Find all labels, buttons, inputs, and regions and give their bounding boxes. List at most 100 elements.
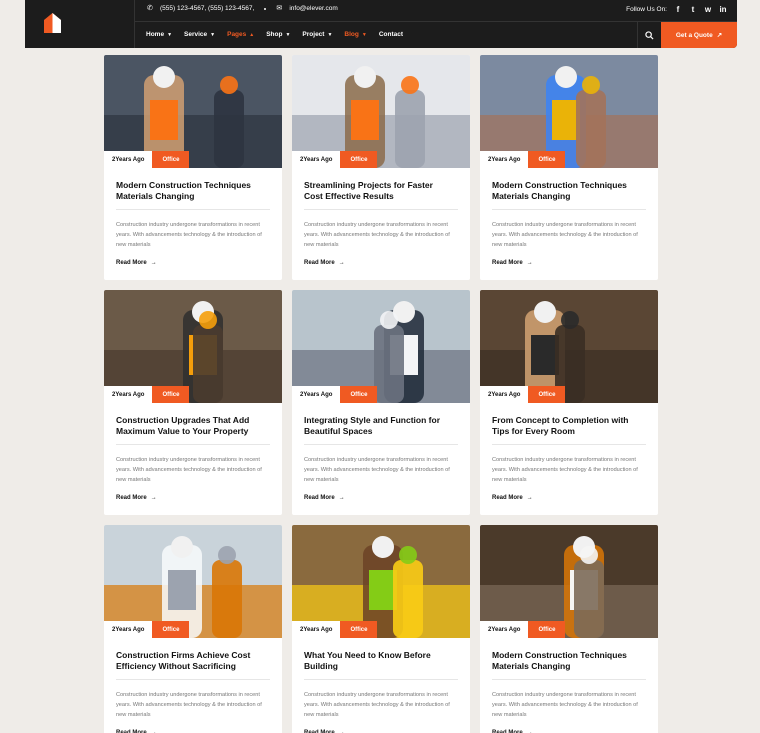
read-more-label: Read More bbox=[304, 260, 335, 266]
post-date: 2Years Ago bbox=[104, 386, 153, 403]
read-more-link[interactable]: Read More → bbox=[492, 495, 533, 501]
phone-text[interactable]: (555) 123-4567, (555) 123-4567, bbox=[160, 5, 254, 12]
site-header: ✆ (555) 123-4567, (555) 123-4567, ✉ info… bbox=[25, 0, 737, 48]
category-badge[interactable]: Office bbox=[152, 621, 190, 638]
post-excerpt: Construction industry undergone transfor… bbox=[304, 222, 450, 248]
divider bbox=[116, 679, 270, 680]
blog-grid: 2Years Ago Office Modern Construction Te… bbox=[104, 55, 658, 733]
read-more-link[interactable]: Read More → bbox=[492, 260, 533, 266]
post-title[interactable]: Integrating Style and Function for Beaut… bbox=[304, 415, 454, 437]
blog-card-meta: 2Years Ago Office bbox=[480, 386, 566, 403]
post-excerpt: Construction industry undergone transfor… bbox=[304, 457, 450, 483]
arrow-right-icon: → bbox=[526, 260, 533, 266]
read-more-label: Read More bbox=[492, 260, 523, 266]
nav-label: Shop bbox=[266, 31, 283, 38]
nav-item-pages[interactable]: Pages ▲ bbox=[227, 31, 254, 38]
read-more-link[interactable]: Read More → bbox=[116, 495, 157, 501]
arrow-right-icon: → bbox=[150, 260, 157, 266]
arrow-right-icon: → bbox=[526, 495, 533, 501]
post-title[interactable]: Modern Construction Techniques Materials… bbox=[492, 180, 642, 202]
category-badge[interactable]: Office bbox=[528, 151, 566, 168]
get-quote-label: Get a Quote bbox=[675, 31, 713, 39]
post-date: 2Years Ago bbox=[292, 621, 341, 638]
post-excerpt: Construction industry undergone transfor… bbox=[492, 457, 638, 483]
blog-card[interactable]: 2Years Ago Office Construction Firms Ach… bbox=[104, 525, 282, 733]
post-date: 2Years Ago bbox=[104, 151, 153, 168]
nav-item-home[interactable]: Home ▼ bbox=[146, 31, 172, 38]
follow-label: Follow Us On: bbox=[626, 6, 667, 13]
read-more-link[interactable]: Read More → bbox=[116, 260, 157, 266]
blog-card-meta: 2Years Ago Office bbox=[292, 621, 378, 638]
nav-label: Project bbox=[302, 31, 325, 38]
nav-item-shop[interactable]: Shop ▼ bbox=[266, 31, 290, 38]
category-badge[interactable]: Office bbox=[340, 151, 378, 168]
post-excerpt: Construction industry undergone transfor… bbox=[492, 692, 638, 718]
facebook-icon[interactable]: f bbox=[674, 5, 682, 14]
nav-label: Home bbox=[146, 31, 165, 38]
divider bbox=[304, 679, 458, 680]
read-more-link[interactable]: Read More → bbox=[304, 495, 345, 501]
chevron-down-icon: ▼ bbox=[210, 31, 216, 38]
arrow-right-icon: → bbox=[150, 495, 157, 501]
post-date: 2Years Ago bbox=[104, 621, 153, 638]
logo[interactable] bbox=[25, 0, 135, 48]
nav-label: Service bbox=[184, 31, 208, 38]
divider bbox=[116, 209, 270, 210]
read-more-link[interactable]: Read More → bbox=[304, 260, 345, 266]
divider bbox=[304, 209, 458, 210]
nav-item-project[interactable]: Project ▼ bbox=[302, 31, 332, 38]
arrow-right-icon: → bbox=[338, 495, 345, 501]
chevron-down-icon: ▼ bbox=[327, 31, 333, 38]
divider bbox=[304, 444, 458, 445]
post-title[interactable]: Modern Construction Techniques Materials… bbox=[492, 650, 642, 672]
nav-item-contact[interactable]: Contact bbox=[379, 31, 403, 38]
post-date: 2Years Ago bbox=[480, 386, 529, 403]
post-title[interactable]: Modern Construction Techniques Materials… bbox=[116, 180, 266, 202]
search-button[interactable] bbox=[637, 22, 661, 48]
blog-card-meta: 2Years Ago Office bbox=[104, 151, 190, 168]
nav-item-service[interactable]: Service ▼ bbox=[184, 31, 215, 38]
post-title[interactable]: Construction Firms Achieve Cost Efficien… bbox=[116, 650, 266, 672]
category-badge[interactable]: Office bbox=[152, 151, 190, 168]
get-quote-button[interactable]: Get a Quote ↗ bbox=[661, 22, 737, 48]
separator-dot bbox=[264, 7, 267, 10]
twitter-icon[interactable]: t bbox=[689, 5, 697, 14]
blog-card-meta: 2Years Ago Office bbox=[480, 151, 566, 168]
read-more-label: Read More bbox=[116, 495, 147, 501]
category-badge[interactable]: Office bbox=[528, 621, 566, 638]
blog-card[interactable]: 2Years Ago Office From Concept to Comple… bbox=[480, 290, 658, 515]
blog-card[interactable]: 2Years Ago Office Streamlining Projects … bbox=[292, 55, 470, 280]
category-badge[interactable]: Office bbox=[528, 386, 566, 403]
post-title[interactable]: Construction Upgrades That Add Maximum V… bbox=[116, 415, 266, 437]
post-excerpt: Construction industry undergone transfor… bbox=[304, 692, 450, 718]
category-badge[interactable]: Office bbox=[340, 621, 378, 638]
read-more-label: Read More bbox=[116, 260, 147, 266]
blog-card[interactable]: 2Years Ago Office Construction Upgrades … bbox=[104, 290, 282, 515]
whatsapp-icon[interactable]: w bbox=[704, 5, 712, 14]
arrow-right-icon: → bbox=[338, 260, 345, 266]
blog-card[interactable]: 2Years Ago Office Modern Construction Te… bbox=[480, 525, 658, 733]
category-badge[interactable]: Office bbox=[152, 386, 190, 403]
read-more-label: Read More bbox=[492, 495, 523, 501]
category-badge[interactable]: Office bbox=[340, 386, 378, 403]
chevron-up-icon: ▲ bbox=[249, 31, 255, 38]
chevron-down-icon: ▼ bbox=[167, 31, 173, 38]
mail-icon: ✉ bbox=[276, 5, 283, 12]
contact-info: ✆ (555) 123-4567, (555) 123-4567, ✉ info… bbox=[147, 5, 338, 12]
post-excerpt: Construction industry undergone transfor… bbox=[492, 222, 638, 248]
divider bbox=[492, 444, 646, 445]
post-title[interactable]: From Concept to Completion with Tips for… bbox=[492, 415, 642, 437]
nav-label: Blog bbox=[344, 31, 359, 38]
email-text[interactable]: info@elever.com bbox=[289, 5, 338, 12]
blog-card[interactable]: 2Years Ago Office Integrating Style and … bbox=[292, 290, 470, 515]
post-title[interactable]: Streamlining Projects for Faster Cost Ef… bbox=[304, 180, 454, 202]
nav-item-blog[interactable]: Blog ▼ bbox=[344, 31, 366, 38]
post-date: 2Years Ago bbox=[292, 151, 341, 168]
blog-card-meta: 2Years Ago Office bbox=[104, 621, 190, 638]
blog-card[interactable]: 2Years Ago Office Modern Construction Te… bbox=[480, 55, 658, 280]
blog-card[interactable]: 2Years Ago Office Modern Construction Te… bbox=[104, 55, 282, 280]
blog-card-meta: 2Years Ago Office bbox=[292, 151, 378, 168]
linkedin-icon[interactable]: in bbox=[719, 5, 727, 14]
blog-card[interactable]: 2Years Ago Office What You Need to Know … bbox=[292, 525, 470, 733]
post-title[interactable]: What You Need to Know Before Building bbox=[304, 650, 454, 672]
